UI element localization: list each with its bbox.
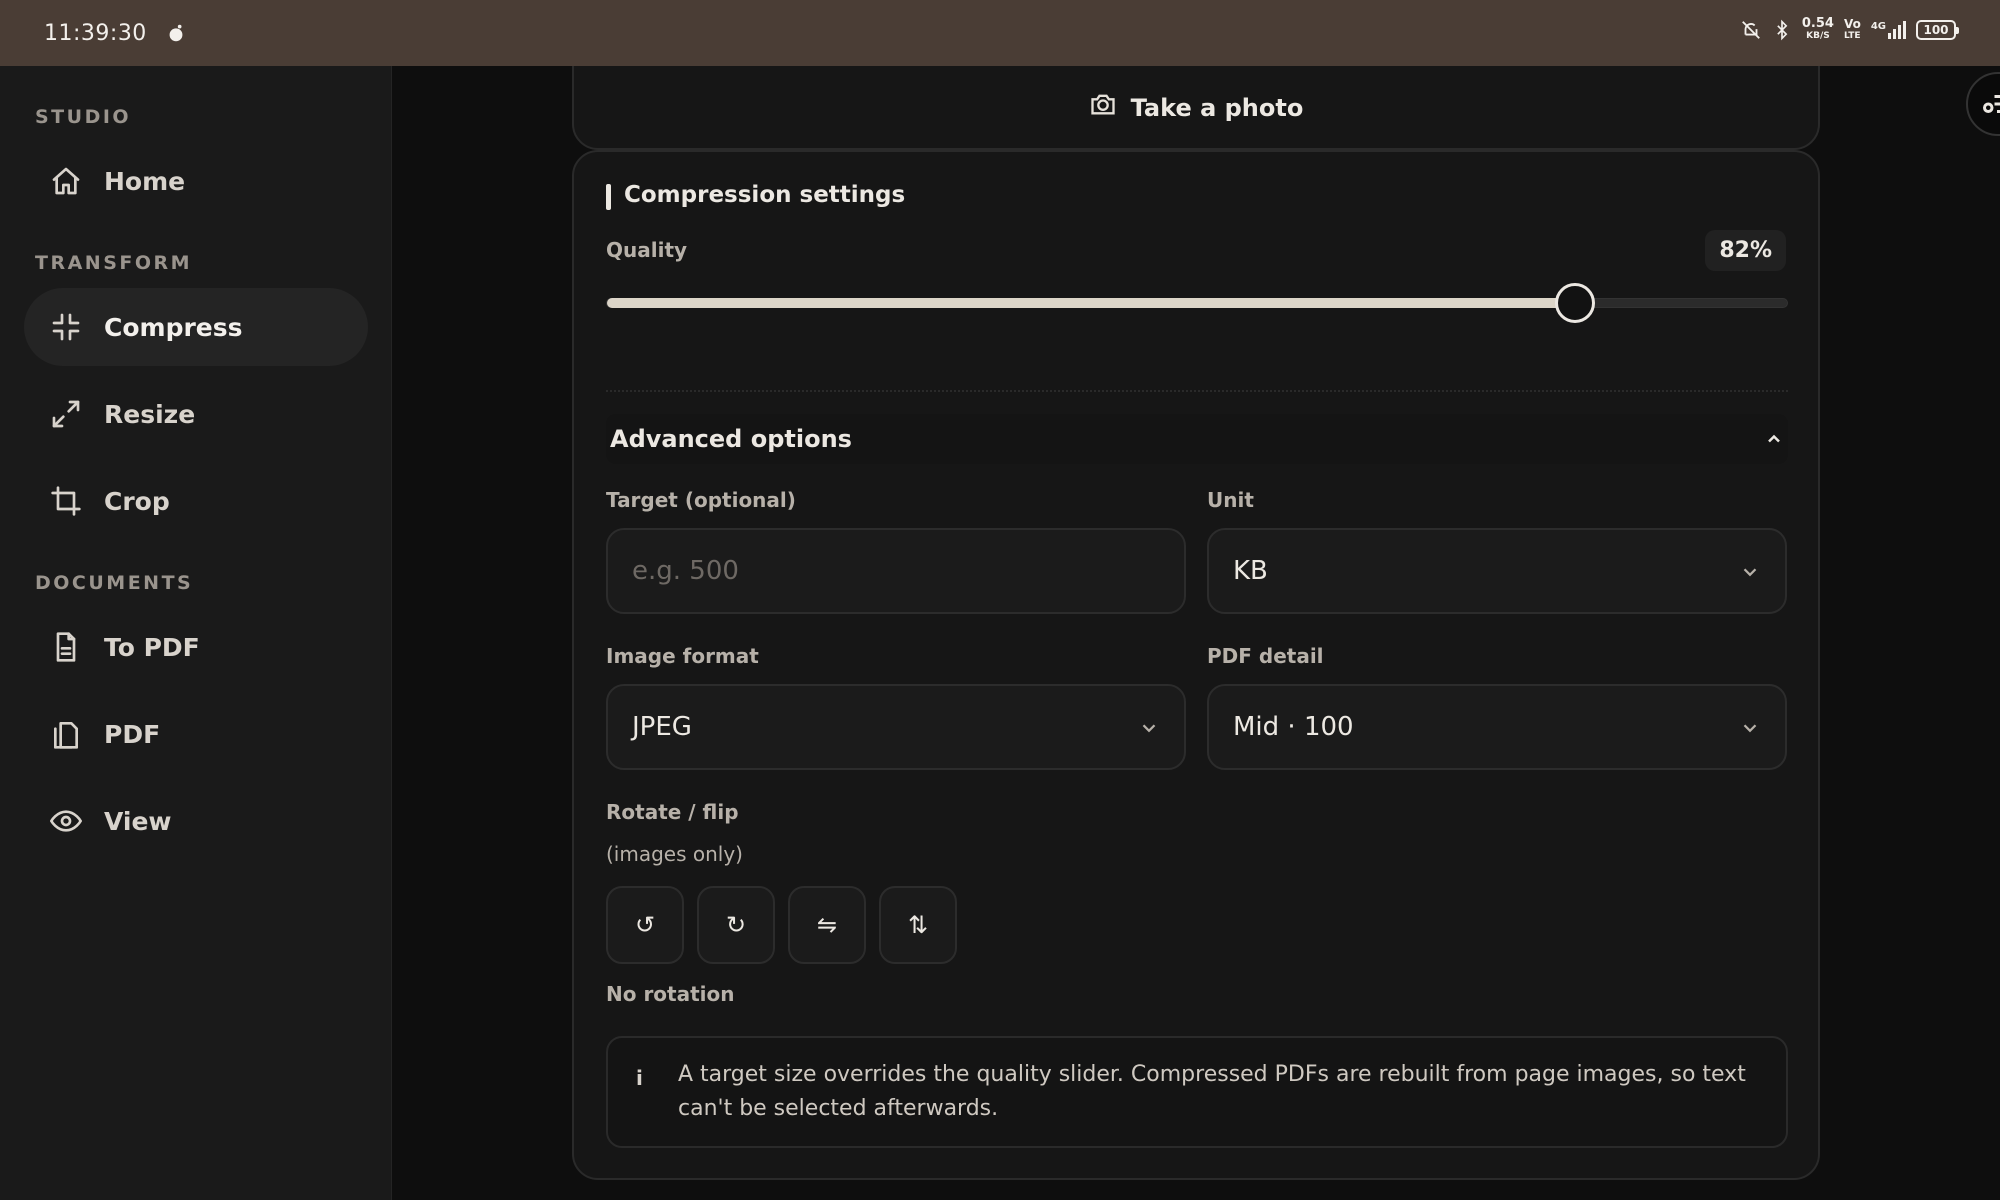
section-transform: TRANSFORM xyxy=(35,252,193,274)
info-note: i A target size overrides the quality sl… xyxy=(606,1036,1788,1148)
quality-value: 82% xyxy=(1705,230,1786,271)
quality-slider[interactable] xyxy=(606,283,1788,323)
info-icon: i xyxy=(636,1066,643,1090)
volte-indicator: Vo LTE xyxy=(1843,17,1861,41)
files-icon xyxy=(50,718,82,750)
section-studio: STUDIO xyxy=(35,106,132,128)
rotate-sublabel: (images only) xyxy=(606,842,743,866)
rotation-status: No rotation xyxy=(606,982,735,1006)
section-title: Compression settings xyxy=(624,182,906,208)
rotate-right-icon: ↻ xyxy=(725,911,747,939)
rotate-left-icon: ↺ xyxy=(634,911,656,939)
sidebar-item-to-pdf[interactable]: To PDF xyxy=(24,608,368,686)
sidebar-item-label: Compress xyxy=(104,312,243,342)
chevron-up-icon xyxy=(1764,429,1784,449)
target-label: Target (optional) xyxy=(606,488,796,512)
sidebar-item-crop[interactable]: Crop xyxy=(24,462,368,540)
format-value: JPEG xyxy=(632,712,692,742)
bluetooth-icon xyxy=(1777,19,1788,41)
image-format-select[interactable]: JPEG xyxy=(606,684,1186,770)
flip-vertical-icon: ⇅ xyxy=(907,911,929,939)
main-content: Take a photo Compression settings Qualit… xyxy=(392,66,2000,1200)
sidebar-item-label: View xyxy=(104,806,172,836)
take-photo-button[interactable]: Take a photo xyxy=(572,66,1820,150)
sidebar-item-resize[interactable]: Resize xyxy=(24,375,368,453)
format-label: Image format xyxy=(606,644,759,668)
sidebar: STUDIO Home TRANSFORM Compress Resize Cr… xyxy=(0,66,392,1200)
sidebar-item-label: Resize xyxy=(104,399,196,429)
flip-horizontal-button[interactable]: ⇋ xyxy=(788,886,866,964)
advanced-options-label: Advanced options xyxy=(610,425,852,453)
chevron-down-icon xyxy=(1739,560,1761,582)
title-accent xyxy=(606,184,611,210)
resize-icon xyxy=(50,398,82,430)
info-text: A target size overrides the quality slid… xyxy=(678,1062,1746,1121)
pdf-detail-value: Mid · 100 xyxy=(1233,712,1354,742)
quality-slider-thumb[interactable] xyxy=(1554,283,1595,323)
section-documents: DOCUMENTS xyxy=(35,572,194,594)
take-photo-label: Take a photo xyxy=(1130,94,1304,122)
rotate-label: Rotate / flip xyxy=(606,800,739,824)
sidebar-item-compress[interactable]: Compress xyxy=(24,288,368,366)
battery-indicator: 100 xyxy=(1916,20,1959,40)
signal-indicator: 4G xyxy=(1871,21,1906,39)
app-notification-icon xyxy=(169,24,183,42)
target-size-input[interactable]: e.g. 500 xyxy=(606,528,1186,614)
home-icon xyxy=(50,165,82,197)
status-icons: 0.54 KB/S Vo LTE 4G 100 xyxy=(1740,16,1959,42)
pdf-detail-label: PDF detail xyxy=(1207,644,1324,668)
menu-list-icon xyxy=(1983,95,2000,113)
sidebar-item-label: Home xyxy=(104,166,186,196)
eye-icon xyxy=(50,805,82,837)
sidebar-item-label: PDF xyxy=(104,719,161,749)
flip-vertical-button[interactable]: ⇅ xyxy=(879,886,957,964)
status-bar: 11:39:30 0.54 KB/S Vo LTE 4G 100 xyxy=(0,0,2000,66)
floating-menu-button[interactable] xyxy=(1966,72,2000,136)
unit-select[interactable]: KB xyxy=(1207,528,1787,614)
unit-label: Unit xyxy=(1207,488,1254,512)
sidebar-item-label: To PDF xyxy=(104,632,200,662)
quality-slider-fill xyxy=(607,298,1575,308)
quality-label: Quality xyxy=(606,238,688,262)
chevron-down-icon xyxy=(1138,716,1160,738)
pdf-detail-select[interactable]: Mid · 100 xyxy=(1207,684,1787,770)
flip-horizontal-icon: ⇋ xyxy=(816,911,838,939)
crop-icon xyxy=(50,485,82,517)
compress-icon xyxy=(50,311,82,343)
target-placeholder: e.g. 500 xyxy=(632,556,739,586)
compression-settings-card: Compression settings Quality 82% Advance… xyxy=(572,150,1820,1180)
unit-value: KB xyxy=(1233,556,1268,586)
sidebar-item-home[interactable]: Home xyxy=(24,142,368,220)
mute-icon xyxy=(1741,21,1760,39)
rotate-left-button[interactable]: ↺ xyxy=(606,886,684,964)
sidebar-item-pdf[interactable]: PDF xyxy=(24,695,368,773)
camera-icon xyxy=(1089,90,1117,122)
clock: 11:39:30 xyxy=(44,20,147,46)
sidebar-item-label: Crop xyxy=(104,486,170,516)
rotate-right-button[interactable]: ↻ xyxy=(697,886,775,964)
advanced-options-toggle[interactable]: Advanced options xyxy=(606,414,1788,464)
divider xyxy=(606,390,1788,392)
sidebar-item-view[interactable]: View xyxy=(24,782,368,860)
network-speed: 0.54 KB/S xyxy=(1801,16,1834,41)
file-icon xyxy=(50,631,82,663)
chevron-down-icon xyxy=(1739,716,1761,738)
